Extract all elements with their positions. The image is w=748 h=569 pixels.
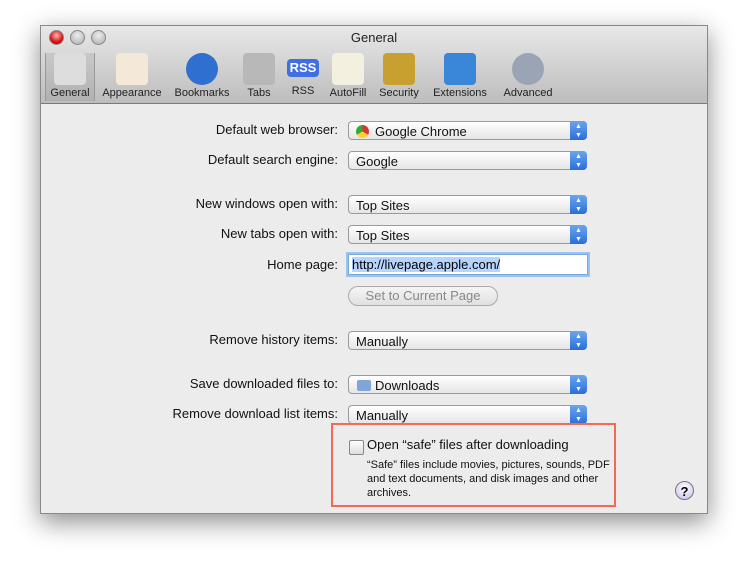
history-label: Remove history items:: [209, 332, 338, 347]
search-engine-label: Default search engine:: [207, 152, 338, 167]
save-to-label: Save downloaded files to:: [189, 376, 338, 391]
toolbar-advanced[interactable]: Advanced: [497, 53, 559, 101]
home-page-input[interactable]: http://livepage.apple.com/: [348, 254, 588, 275]
default-browser-label: Default web browser:: [215, 122, 338, 137]
toolbar-label: Advanced: [503, 87, 553, 99]
switch-icon: [54, 53, 86, 85]
history-popup[interactable]: Manually ▲ ▼: [348, 331, 587, 350]
preferences-window: General General Appearance Bookmarks Tabs RS…: [40, 25, 708, 514]
toolbar-general[interactable]: General: [45, 53, 95, 101]
folder-icon: [357, 380, 371, 391]
puzzle-icon: [444, 53, 476, 85]
toolbar-extensions[interactable]: Extensions: [427, 53, 493, 101]
open-safe-checkbox[interactable]: [349, 440, 364, 455]
tabs-icon: [243, 53, 275, 85]
popup-arrows-icon: ▲ ▼: [570, 375, 587, 394]
toolbar-tabs[interactable]: Tabs: [237, 53, 281, 101]
popup-arrows-icon: ▲ ▼: [570, 331, 587, 350]
toolbar-autofill[interactable]: AutoFill: [325, 53, 371, 101]
toolbar-appearance[interactable]: Appearance: [97, 53, 167, 101]
rss-icon: RSS: [287, 59, 319, 77]
popup-arrows-icon: ▲ ▼: [570, 151, 587, 170]
open-safe-note: “Safe” files include movies, pictures, s…: [367, 459, 610, 499]
lock-icon: [383, 53, 415, 85]
new-windows-popup[interactable]: Top Sites ▲ ▼: [348, 195, 587, 214]
toolbar-security[interactable]: Security: [375, 53, 423, 101]
toolbar: General General Appearance Bookmarks Tabs RS…: [41, 26, 707, 104]
toolbar-label: AutoFill: [329, 87, 367, 99]
window-title: General: [350, 30, 398, 45]
remove-download-label: Remove download list items:: [172, 406, 338, 421]
toolbar-label: Extensions: [433, 87, 487, 99]
help-button[interactable]: ?: [675, 481, 694, 500]
popup-arrows-icon: ▲ ▼: [570, 225, 587, 244]
remove-download-popup[interactable]: Manually ▲ ▼: [348, 405, 587, 424]
toolbar-bookmarks[interactable]: Bookmarks: [171, 53, 233, 101]
toolbar-label: General: [50, 87, 90, 99]
toolbar-label: RSS: [291, 85, 315, 97]
save-to-popup[interactable]: Downloads ▲ ▼: [348, 375, 587, 394]
appearance-icon: [116, 53, 148, 85]
new-windows-label: New windows open with:: [195, 196, 338, 211]
new-tabs-label: New tabs open with:: [220, 226, 338, 241]
new-tabs-popup[interactable]: Top Sites ▲ ▼: [348, 225, 587, 244]
toolbar-label: Security: [379, 87, 419, 99]
toolbar-label: Bookmarks: [174, 87, 230, 99]
open-safe-label[interactable]: Open “safe” files after downloading: [367, 437, 569, 452]
toolbar-rss[interactable]: RSS RSS: [285, 53, 321, 101]
toolbar-label: Tabs: [247, 87, 271, 99]
home-page-label: Home page:: [267, 257, 338, 272]
popup-arrows-icon: ▲ ▼: [570, 121, 587, 140]
toolbar-label: Appearance: [102, 87, 162, 99]
chrome-icon: [356, 125, 369, 138]
search-engine-popup[interactable]: Google ▲ ▼: [348, 151, 587, 170]
globe-icon: [186, 53, 218, 85]
gear-icon: [512, 53, 544, 85]
set-current-page-button[interactable]: Set to Current Page: [348, 286, 498, 306]
default-browser-popup[interactable]: Google Chrome ▲ ▼: [348, 121, 587, 140]
popup-arrows-icon: ▲ ▼: [570, 195, 587, 214]
pencil-icon: [332, 53, 364, 85]
popup-arrows-icon: ▲ ▼: [570, 405, 587, 424]
